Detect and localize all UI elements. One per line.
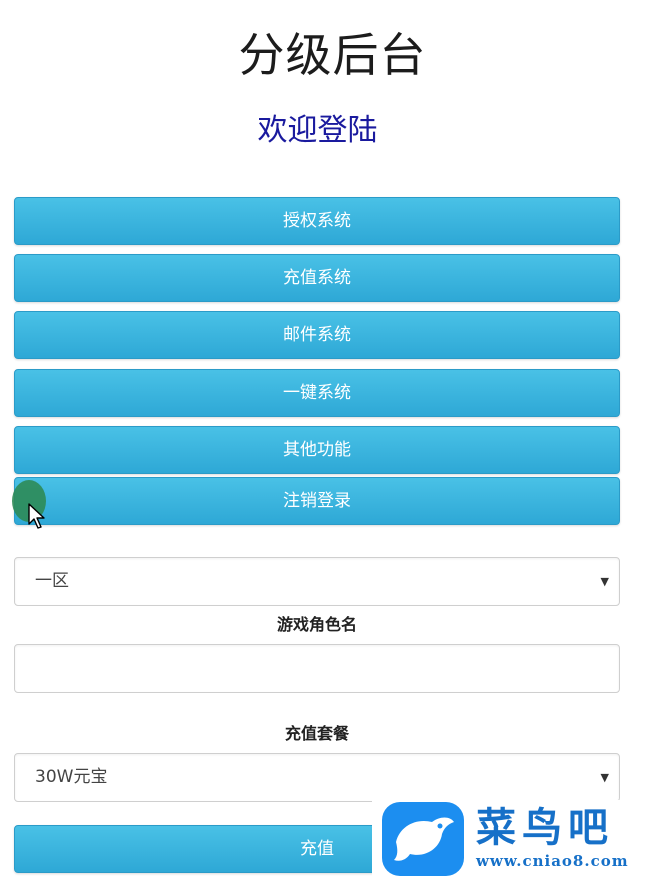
- brand-name: 菜鸟吧: [476, 804, 614, 851]
- mouse-cursor-icon: [28, 503, 45, 529]
- welcome-subtitle: 欢迎登陆: [257, 113, 378, 148]
- package-select-value: 30W元宝: [35, 767, 108, 787]
- one-click-system-button[interactable]: 一键系统: [14, 369, 620, 417]
- server-select[interactable]: 一区 ▼: [14, 557, 620, 606]
- brand-url: www.cniao8.com: [476, 852, 629, 870]
- mail-system-button[interactable]: 邮件系统: [14, 311, 620, 359]
- authorization-system-button[interactable]: 授权系统: [14, 197, 620, 245]
- role-name-input[interactable]: [14, 644, 620, 693]
- bird-logo-icon: [382, 802, 464, 876]
- package-label: 充值套餐: [284, 724, 349, 743]
- page-title: 分级后台: [238, 28, 427, 82]
- dropdown-arrow-icon: ▼: [600, 575, 609, 588]
- server-select-value: 一区: [35, 571, 69, 591]
- other-functions-button[interactable]: 其他功能: [14, 426, 620, 474]
- dropdown-arrow-icon: ▼: [600, 771, 609, 784]
- recharge-system-button[interactable]: 充值系统: [14, 254, 620, 302]
- logout-button[interactable]: 注销登录: [14, 477, 620, 525]
- role-name-label: 游戏角色名: [276, 615, 357, 634]
- watermark: 菜鸟吧 www.cniao8.com: [372, 800, 662, 884]
- package-select[interactable]: 30W元宝 ▼: [14, 753, 620, 802]
